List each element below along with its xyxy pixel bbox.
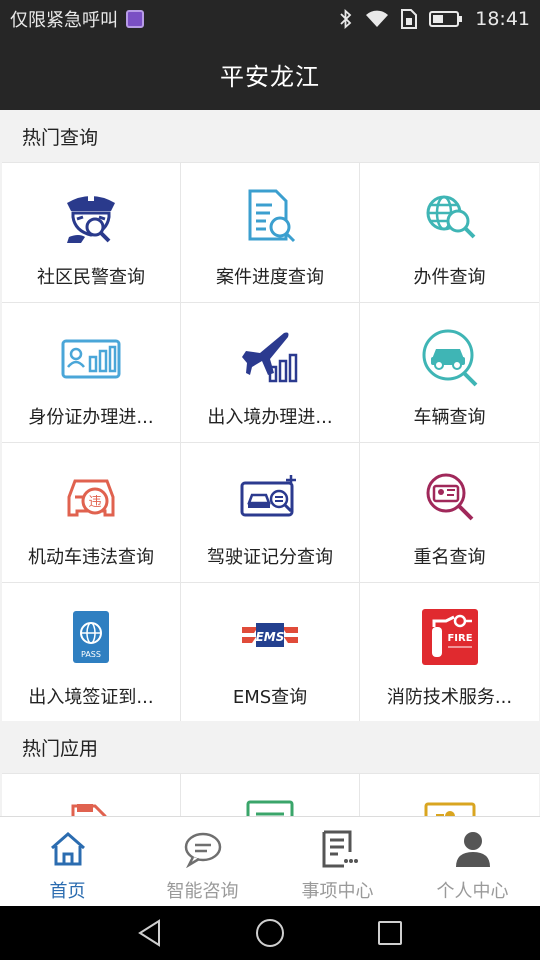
document-search-icon [238, 185, 302, 249]
grid-item-license-points[interactable]: 驾驶证记分查询 [181, 443, 359, 582]
wifi-icon [365, 10, 389, 28]
tab-personal-center[interactable]: 个人中心 [405, 817, 540, 906]
tab-smart-consult[interactable]: 智能咨询 [135, 817, 270, 906]
grid-item-label: 案件进度查询 [216, 267, 324, 288]
grid-item-label: 驾驶证记分查询 [207, 547, 333, 568]
fire-extinguisher-icon: FIRE [418, 605, 482, 669]
hot-apps-grid [2, 773, 539, 817]
grid-item-case-progress[interactable]: 案件进度查询 [181, 163, 359, 302]
grid-item-label: 机动车违法查询 [28, 547, 154, 568]
hot-app-item[interactable] [360, 774, 539, 817]
car-search-icon [418, 325, 482, 389]
svg-text:FIRE: FIRE [447, 633, 472, 644]
section-header-hot-query: 热门查询 [0, 110, 540, 162]
grid-item-label: 重名查询 [413, 547, 486, 568]
section-header-hot-apps: 热门应用 [0, 721, 540, 773]
grid-item-label: EMS查询 [232, 687, 308, 708]
passport-icon: PASS [59, 605, 123, 669]
tab-affairs-center[interactable]: 事项中心 [270, 817, 405, 906]
yellow-app-icon [418, 796, 482, 817]
section-title-hot-query: 热门查询 [22, 126, 99, 149]
grid-item-id-card-progress[interactable]: 身份证办理进... [2, 303, 180, 442]
svg-text:违: 违 [88, 495, 101, 510]
hot-query-grid: 社区民警查询 案件进度查询 办件查询 身份证办理进... 出入境办理进... 车… [2, 162, 539, 721]
system-nav-bar [0, 906, 540, 960]
clock-time: 18:41 [475, 8, 530, 30]
tab-label: 智能咨询 [166, 881, 239, 902]
grid-item-label: 出入境办理进... [207, 407, 333, 428]
globe-search-icon [418, 185, 482, 249]
green-app-icon [238, 796, 302, 817]
home-icon [46, 827, 90, 871]
car-violation-icon: 违 [59, 465, 123, 529]
section-title-hot-apps: 热门应用 [22, 737, 99, 760]
grid-item-community-police[interactable]: 社区民警查询 [2, 163, 180, 302]
status-left: 仅限紧急呼叫 [10, 6, 144, 32]
grid-item-vehicle-query[interactable]: 车辆查询 [360, 303, 539, 442]
grid-item-label: 社区民警查询 [37, 267, 145, 288]
red-app-icon [59, 796, 123, 817]
recents-square-icon[interactable] [370, 913, 410, 953]
grid-item-duplicate-name[interactable]: 重名查询 [360, 443, 539, 582]
grid-item-exit-entry-progress[interactable]: 出入境办理进... [181, 303, 359, 442]
status-bar: 仅限紧急呼叫 18:41 [0, 0, 540, 38]
grid-item-vehicle-violation[interactable]: 违 机动车违法查询 [2, 443, 180, 582]
grid-item-affairs-query[interactable]: 办件查询 [360, 163, 539, 302]
app-title-bar: 平安龙江 [0, 38, 540, 110]
grid-item-label: 消防技术服务... [386, 687, 513, 708]
tab-label: 事项中心 [301, 881, 374, 902]
grid-item-label: 身份证办理进... [28, 407, 154, 428]
svg-text:PASS: PASS [81, 650, 101, 659]
svg-text:EMS: EMS [256, 630, 285, 644]
name-search-icon [418, 465, 482, 529]
back-icon[interactable] [130, 913, 170, 953]
person-icon [451, 827, 495, 871]
gallery-notification-icon [126, 10, 144, 28]
tab-label: 个人中心 [436, 881, 509, 902]
ems-icon: EMS [238, 605, 302, 669]
grid-item-label: 车辆查询 [413, 407, 486, 428]
tab-label: 首页 [49, 881, 86, 902]
bottom-tab-bar: 首页 智能咨询 事项中心 个人中心 [0, 816, 540, 906]
police-officer-icon [59, 185, 123, 249]
hot-app-item[interactable] [181, 774, 359, 817]
grid-item-label: 办件查询 [413, 267, 486, 288]
grid-item-ems-query[interactable]: EMS EMS查询 [181, 583, 359, 721]
airplane-chart-icon [238, 325, 302, 389]
chat-bubble-icon [181, 827, 225, 871]
battery-icon [429, 10, 463, 28]
grid-item-visa-arrival[interactable]: PASS 出入境签证到... [2, 583, 180, 721]
carrier-text: 仅限紧急呼叫 [10, 10, 118, 31]
page-title: 平安龙江 [220, 62, 320, 91]
bluetooth-icon [339, 9, 353, 29]
status-right: 18:41 [339, 8, 530, 30]
hot-app-item[interactable] [2, 774, 180, 817]
grid-item-label: 出入境签证到... [28, 687, 154, 708]
sim-icon [401, 9, 418, 29]
id-card-chart-icon [59, 325, 123, 389]
home-circle-icon[interactable] [250, 913, 290, 953]
grid-item-fire-tech-service[interactable]: FIRE 消防技术服务... [360, 583, 539, 721]
license-points-icon [238, 465, 302, 529]
list-document-icon [316, 827, 360, 871]
tab-home[interactable]: 首页 [0, 817, 135, 906]
